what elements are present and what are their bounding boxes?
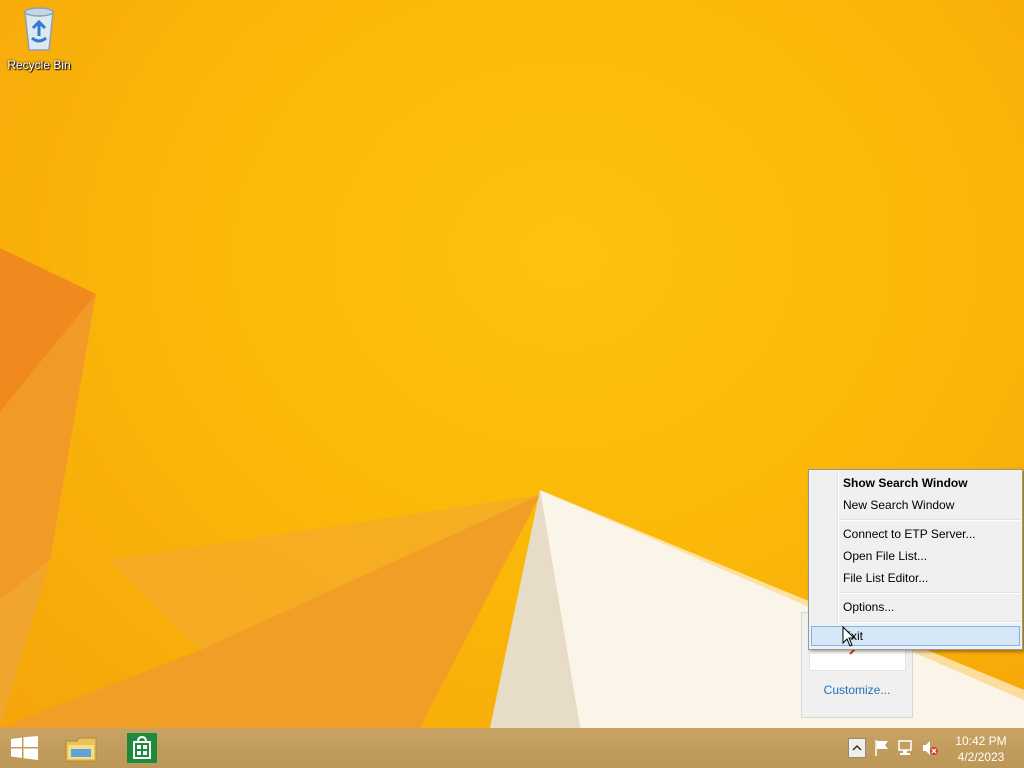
taskbar: 10:42 PM 4/2/2023 [0, 728, 1024, 768]
show-hidden-icons-button[interactable] [848, 738, 866, 758]
menu-item-file-list-editor[interactable]: File List Editor... [811, 568, 1020, 588]
action-center-flag-icon[interactable] [873, 738, 891, 758]
chevron-up-icon [852, 744, 862, 751]
clock-time: 10:42 PM [955, 734, 1007, 748]
network-icon[interactable] [897, 738, 915, 758]
customize-link[interactable]: Customize... [802, 683, 912, 697]
menu-separator [839, 621, 1020, 623]
desktop[interactable]: Recycle Bin Customize... Show Search Win… [0, 0, 1024, 728]
windows-logo-icon [11, 736, 38, 760]
start-button[interactable] [0, 728, 48, 768]
folder-icon [65, 737, 97, 762]
menu-separator [839, 519, 1020, 521]
menu-item-show-search-window[interactable]: Show Search Window [811, 473, 1020, 493]
desktop-icon-recycle-bin[interactable]: Recycle Bin [4, 6, 74, 72]
menu-item-open-file-list[interactable]: Open File List... [811, 546, 1020, 566]
volume-muted-icon[interactable] [921, 738, 939, 758]
store-icon [127, 733, 157, 763]
tray-context-menu: Show Search Window New Search Window Con… [808, 469, 1023, 650]
system-clock[interactable]: 10:42 PM 4/2/2023 [946, 733, 1016, 765]
menu-item-options[interactable]: Options... [811, 597, 1020, 617]
mouse-cursor-icon [842, 626, 856, 647]
recycle-bin-icon [24, 7, 54, 51]
store-button[interactable] [118, 728, 166, 768]
clock-date: 4/2/2023 [957, 750, 1005, 764]
desktop-icon-label: Recycle Bin [7, 58, 71, 72]
file-explorer-button[interactable] [56, 728, 104, 768]
menu-separator [839, 592, 1020, 594]
menu-item-new-search-window[interactable]: New Search Window [811, 495, 1020, 515]
menu-item-connect-etp-server[interactable]: Connect to ETP Server... [811, 524, 1020, 544]
